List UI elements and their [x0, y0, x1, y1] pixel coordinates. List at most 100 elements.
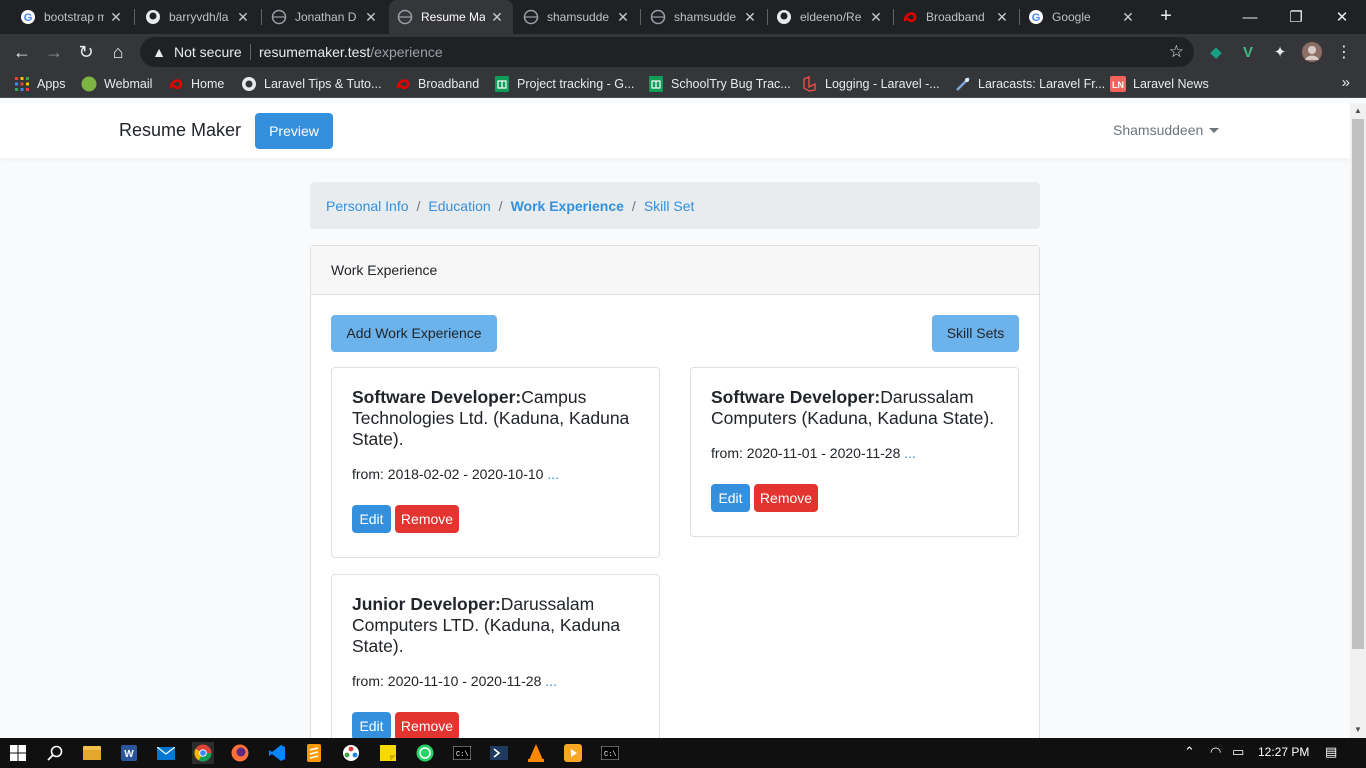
remove-button[interactable]: Remove — [395, 505, 459, 533]
scrollbar-thumb[interactable] — [1352, 119, 1364, 649]
browser-tab[interactable]: G Google ✕ — [1020, 0, 1144, 34]
restore-icon[interactable]: ❐ — [1273, 0, 1319, 34]
close-icon[interactable]: ✕ — [994, 9, 1010, 26]
experience-more-link[interactable]: ... — [904, 445, 916, 461]
close-icon[interactable]: ✕ — [363, 9, 379, 26]
vlc-icon[interactable] — [525, 742, 547, 764]
close-icon[interactable]: ✕ — [1120, 9, 1136, 26]
clock[interactable]: 12:27 PM — [1258, 745, 1309, 759]
experience-more-link[interactable]: ... — [545, 673, 557, 689]
sublime-icon[interactable] — [303, 742, 325, 764]
sheets-icon — [494, 76, 510, 92]
close-icon[interactable]: ✕ — [615, 9, 631, 26]
bookmark-star-icon[interactable]: ☆ — [1169, 42, 1184, 62]
extension-vue-icon[interactable]: V — [1238, 42, 1258, 62]
profile-avatar-icon[interactable] — [1302, 42, 1322, 62]
experience-dates: from: 2018-02-02 - 2020-10-10 — [352, 466, 544, 482]
back-arrow-icon[interactable]: ← — [10, 40, 34, 64]
edit-button[interactable]: Edit — [352, 505, 391, 533]
close-icon[interactable]: ✕ — [742, 9, 758, 26]
add-work-experience-button[interactable]: Add Work Experience — [331, 315, 497, 352]
breadcrumb-personal-info[interactable]: Personal Info — [326, 198, 409, 214]
notifications-icon[interactable]: ▤ — [1325, 744, 1337, 760]
close-icon[interactable]: ✕ — [489, 9, 505, 26]
menu-kebab-icon[interactable]: ⋮ — [1334, 42, 1354, 62]
home-icon[interactable]: ⌂ — [106, 40, 130, 64]
whatsapp-icon[interactable] — [414, 742, 436, 764]
chevron-up-icon[interactable]: ⌃ — [1184, 744, 1195, 760]
firefox-icon[interactable] — [229, 742, 251, 764]
word-icon[interactable]: W — [118, 742, 140, 764]
experience-item: Software Developer:Darussalam Computers … — [690, 367, 1019, 537]
bookmark-laracasts[interactable]: Laracasts: Laravel Fr... — [955, 75, 1105, 93]
wifi-icon[interactable]: ◠ — [1210, 744, 1221, 760]
forward-arrow-icon[interactable]: → — [42, 40, 66, 64]
close-icon[interactable]: ✕ — [868, 9, 884, 26]
cmd-icon[interactable]: C:\ — [599, 742, 621, 764]
edit-button[interactable]: Edit — [711, 484, 750, 512]
breadcrumb-work-experience[interactable]: Work Experience — [511, 198, 624, 214]
browser-tab[interactable]: shamsudde ✕ — [515, 0, 639, 34]
skill-sets-button[interactable]: Skill Sets — [932, 315, 1019, 352]
experience-more-link[interactable]: ... — [547, 466, 559, 482]
mail-icon[interactable] — [155, 742, 177, 764]
laravel-news-icon: LN — [1110, 76, 1126, 92]
bookmark-laravel-tips[interactable]: Laravel Tips & Tuto... — [241, 75, 381, 93]
browser-tab[interactable]: shamsudde ✕ — [642, 0, 766, 34]
browser-tab[interactable]: G bootstrap m ✕ — [12, 0, 132, 34]
bookmark-laravel-news[interactable]: LN Laravel News — [1110, 75, 1209, 93]
browser-tab[interactable]: Broadband ✕ — [894, 0, 1018, 34]
scroll-up-arrow-icon[interactable]: ▲ — [1350, 103, 1366, 119]
bookmark-apps[interactable]: Apps — [14, 75, 66, 93]
svg-text:G: G — [1032, 12, 1041, 24]
preview-button[interactable]: Preview — [255, 113, 333, 149]
close-window-icon[interactable]: ✕ — [1319, 0, 1365, 34]
bookmark-home[interactable]: Home — [168, 75, 224, 93]
user-dropdown[interactable]: Shamsuddeen — [1113, 122, 1220, 138]
url-text[interactable]: resumemaker.test/experience — [259, 44, 443, 60]
experience-role: Software Developer: — [711, 387, 881, 407]
minimize-icon[interactable]: — — [1227, 0, 1273, 34]
battery-icon[interactable]: ▭ — [1232, 744, 1244, 760]
new-tab-button[interactable]: + — [1155, 5, 1177, 27]
sticky-notes-icon[interactable] — [377, 742, 399, 764]
brand-link[interactable]: Resume Maker — [119, 120, 241, 141]
bookmark-logging-laravel[interactable]: Logging - Laravel -... — [802, 75, 940, 93]
reload-icon[interactable]: ↻ — [74, 40, 98, 64]
media-player-icon[interactable] — [562, 742, 584, 764]
page-scrollbar[interactable]: ▲ ▼ — [1350, 103, 1366, 738]
work-experience-card: Work Experience Add Work Experience Skil… — [310, 245, 1040, 738]
powershell-icon[interactable] — [488, 742, 510, 764]
bookmark-broadband[interactable]: Broadband — [395, 75, 479, 93]
extension-vue-devtools-icon[interactable]: ◆ — [1206, 42, 1226, 62]
remove-button[interactable]: Remove — [395, 712, 459, 738]
address-bar[interactable]: ▲ Not secure resumemaker.test/experience… — [140, 37, 1194, 67]
browser-tab[interactable]: barryvdh/la ✕ — [137, 0, 259, 34]
bookmark-schooltry[interactable]: SchoolTry Bug Trac... — [648, 75, 791, 93]
vscode-icon[interactable] — [266, 742, 288, 764]
bookmark-project-tracking[interactable]: Project tracking - G... — [494, 75, 634, 93]
scroll-down-arrow-icon[interactable]: ▼ — [1350, 722, 1366, 738]
file-explorer-icon[interactable] — [81, 742, 103, 764]
bookmark-webmail[interactable]: Webmail — [81, 75, 152, 93]
apps-grid-icon — [14, 76, 30, 92]
close-icon[interactable]: ✕ — [108, 9, 124, 26]
edit-button[interactable]: Edit — [352, 712, 391, 738]
extensions-puzzle-icon[interactable]: ✦ — [1270, 42, 1290, 62]
browser-tab[interactable]: Jonathan D ✕ — [263, 0, 387, 34]
chrome-icon[interactable] — [192, 742, 214, 764]
windows-taskbar: W C:\ C:\ ⌃ ◠ ▭ 12:27 PM ▤ — [0, 738, 1366, 768]
breadcrumb-skill-set[interactable]: Skill Set — [644, 198, 695, 214]
not-secure-label[interactable]: Not secure — [174, 44, 242, 60]
browser-tab[interactable]: eldeeno/Re ✕ — [768, 0, 892, 34]
remove-button[interactable]: Remove — [754, 484, 818, 512]
search-icon[interactable] — [44, 742, 66, 764]
close-icon[interactable]: ✕ — [235, 9, 251, 26]
windows-start-icon[interactable] — [7, 742, 29, 764]
browser-tab-active[interactable]: Resume Ma ✕ — [389, 0, 513, 34]
bookmarks-overflow-icon[interactable]: » — [1342, 74, 1350, 91]
warning-icon[interactable]: ▲ — [150, 43, 168, 61]
terminal-icon[interactable]: C:\ — [451, 742, 473, 764]
breadcrumb-education[interactable]: Education — [428, 198, 490, 214]
color-picker-icon[interactable] — [340, 742, 362, 764]
